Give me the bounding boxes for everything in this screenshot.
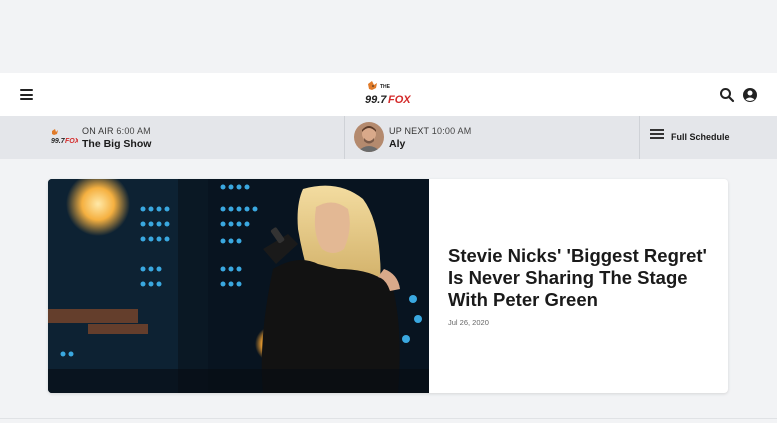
- up-next-label-row: UP NEXT 10:00 AM: [389, 126, 471, 136]
- article-date: Jul 26, 2020: [448, 318, 489, 327]
- on-air-show-name[interactable]: The Big Show: [82, 138, 151, 150]
- svg-text:FOX: FOX: [65, 138, 78, 145]
- up-next-show-name[interactable]: Aly: [389, 138, 405, 150]
- hamburger-menu-icon[interactable]: [20, 89, 33, 100]
- svg-text:99.7: 99.7: [365, 94, 387, 106]
- up-next-time: 10:00 AM: [431, 126, 472, 136]
- svg-text:99.7: 99.7: [51, 138, 66, 145]
- on-air-info[interactable]: ON AIR 6:00 AM: [82, 126, 151, 136]
- search-icon[interactable]: [719, 87, 735, 103]
- on-air-time: 6:00 AM: [116, 126, 151, 136]
- full-schedule-link[interactable]: Full Schedule: [671, 132, 730, 142]
- on-air-label-row: ON AIR 6:00 AM: [82, 126, 151, 136]
- bar-divider: [344, 116, 345, 159]
- section-divider: [0, 418, 777, 419]
- up-next-label: UP NEXT: [389, 126, 430, 136]
- user-account-icon[interactable]: [742, 87, 758, 103]
- top-ad-space: [0, 0, 777, 73]
- list-icon[interactable]: [650, 129, 664, 140]
- station-mini-logo: 99.7 FOX: [51, 129, 78, 145]
- up-next-host-avatar[interactable]: [354, 122, 384, 152]
- bar-divider: [639, 116, 640, 159]
- article-photo[interactable]: [48, 179, 429, 393]
- article-title[interactable]: Stevie Nicks' 'Biggest Regret' Is Never …: [448, 245, 718, 311]
- svg-text:THE: THE: [380, 84, 391, 90]
- site-header: THE 99.7 FOX: [0, 73, 777, 116]
- svg-text:FOX: FOX: [388, 94, 411, 106]
- on-air-label: ON AIR: [82, 126, 114, 136]
- station-logo[interactable]: THE 99.7 FOX: [364, 80, 414, 108]
- up-next-info[interactable]: UP NEXT 10:00 AM: [389, 126, 471, 136]
- featured-article-card[interactable]: Stevie Nicks' 'Biggest Regret' Is Never …: [48, 179, 728, 393]
